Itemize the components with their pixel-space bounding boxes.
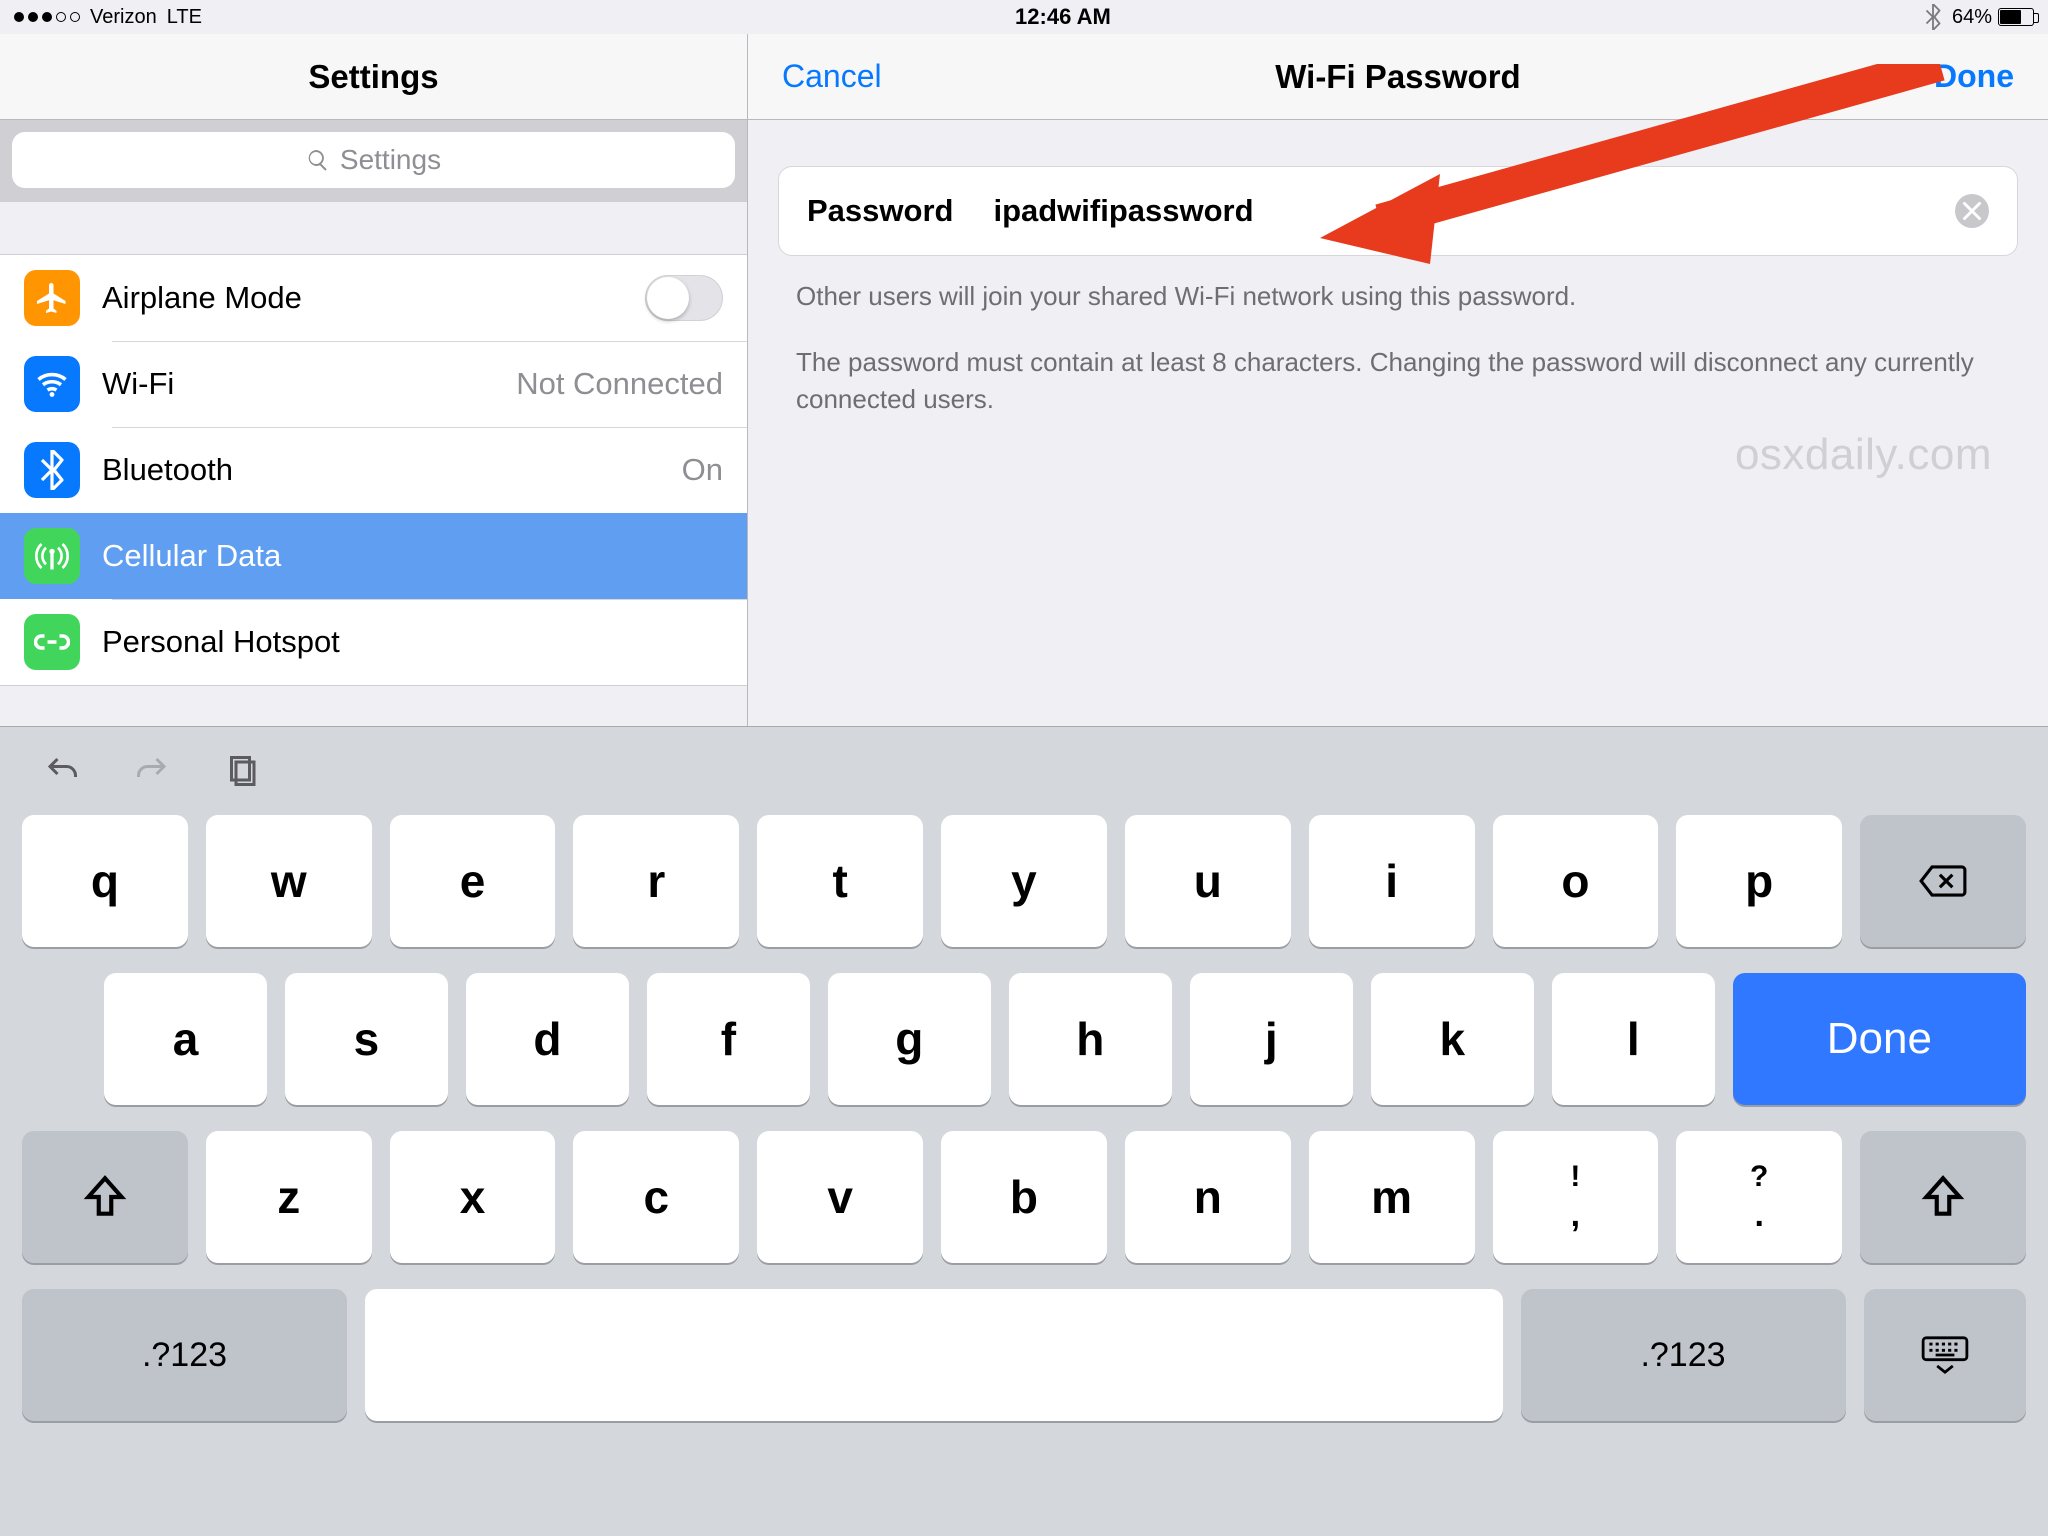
redo-button[interactable] [134, 753, 170, 794]
key-period[interactable]: ?. [1676, 1131, 1842, 1263]
search-input[interactable]: Settings [12, 132, 735, 188]
sidebar-item-hotspot[interactable]: Personal Hotspot [0, 599, 747, 685]
key-a[interactable]: a [104, 973, 267, 1105]
done-button[interactable]: Done [1934, 58, 2014, 95]
antenna-icon [24, 528, 80, 584]
sidebar-item-value: On [682, 452, 723, 488]
network-label: LTE [167, 6, 202, 29]
settings-group: Airplane Mode Wi-Fi Not Connected Blueto… [0, 254, 747, 686]
key-f[interactable]: f [647, 973, 810, 1105]
key-s[interactable]: s [285, 973, 448, 1105]
hint-text-1: Other users will join your shared Wi-Fi … [796, 278, 2000, 316]
key-j[interactable]: j [1190, 973, 1353, 1105]
search-icon [306, 148, 330, 172]
key-y[interactable]: y [941, 815, 1107, 947]
undo-button[interactable] [44, 753, 80, 794]
sidebar-item-bluetooth[interactable]: Bluetooth On [0, 427, 747, 513]
bluetooth-icon [24, 442, 80, 498]
key-shift-left[interactable] [22, 1131, 188, 1263]
clipboard-button[interactable] [224, 753, 260, 794]
key-l[interactable]: l [1552, 973, 1715, 1105]
battery-indicator: 64% [1952, 6, 2034, 29]
airplane-toggle[interactable] [645, 275, 723, 321]
keyboard-row-3: z x c v b n m !, ?. [22, 1131, 2026, 1263]
key-w[interactable]: w [206, 815, 372, 947]
signal-dots-icon [14, 12, 80, 22]
battery-pct-label: 64% [1952, 6, 1992, 29]
link-icon [24, 614, 80, 670]
key-b[interactable]: b [941, 1131, 1107, 1263]
key-d[interactable]: d [466, 973, 629, 1105]
key-q[interactable]: q [22, 815, 188, 947]
sidebar-item-label: Bluetooth [102, 452, 233, 488]
key-h[interactable]: h [1009, 973, 1172, 1105]
sidebar-title: Settings [308, 58, 438, 96]
key-t[interactable]: t [757, 815, 923, 947]
key-e[interactable]: e [390, 815, 556, 947]
detail-title: Wi-Fi Password [1275, 58, 1520, 96]
sidebar-item-wifi[interactable]: Wi-Fi Not Connected [0, 341, 747, 427]
key-m[interactable]: m [1309, 1131, 1475, 1263]
key-g[interactable]: g [828, 973, 991, 1105]
bluetooth-icon [1924, 4, 1942, 30]
keyboard-row-1: q w e r t y u i o p [22, 815, 2026, 947]
key-dismiss-keyboard[interactable] [1864, 1289, 2027, 1421]
key-space[interactable] [365, 1289, 1503, 1421]
key-r[interactable]: r [573, 815, 739, 947]
clock-label: 12:46 AM [1015, 4, 1111, 30]
key-numbers-left[interactable]: .?123 [22, 1289, 347, 1421]
close-icon [1963, 202, 1981, 220]
wifi-icon [24, 356, 80, 412]
sidebar-item-cellular[interactable]: Cellular Data [0, 513, 747, 599]
sidebar-item-label: Airplane Mode [102, 280, 302, 316]
detail-header: Cancel Wi-Fi Password Done [747, 34, 2048, 120]
sidebar-item-label: Personal Hotspot [102, 624, 340, 660]
key-o[interactable]: o [1493, 815, 1659, 947]
key-c[interactable]: c [573, 1131, 739, 1263]
password-label: Password [807, 193, 953, 229]
key-backspace[interactable] [1860, 815, 2026, 947]
keyboard-row-4: .?123 .?123 [22, 1289, 2026, 1421]
key-v[interactable]: v [757, 1131, 923, 1263]
cancel-button[interactable]: Cancel [782, 58, 882, 95]
search-placeholder: Settings [340, 144, 441, 176]
sidebar-header: Settings [0, 34, 747, 120]
clear-text-button[interactable] [1955, 194, 1989, 228]
watermark: osxdaily.com [1735, 430, 1992, 480]
key-z[interactable]: z [206, 1131, 372, 1263]
sidebar-item-label: Cellular Data [102, 538, 281, 574]
key-numbers-right[interactable]: .?123 [1521, 1289, 1846, 1421]
hint-text-2: The password must contain at least 8 cha… [796, 344, 2000, 419]
sidebar: Settings Airplane Mode Wi-Fi Not Connect… [0, 120, 747, 726]
status-bar: Verizon LTE 12:46 AM 64% [0, 0, 2048, 34]
key-done[interactable]: Done [1733, 973, 2026, 1105]
key-k[interactable]: k [1371, 973, 1534, 1105]
airplane-icon [24, 270, 80, 326]
key-x[interactable]: x [390, 1131, 556, 1263]
key-u[interactable]: u [1125, 815, 1291, 947]
sidebar-item-value: Not Connected [516, 366, 723, 402]
key-p[interactable]: p [1676, 815, 1842, 947]
carrier-label: Verizon [90, 6, 157, 29]
key-n[interactable]: n [1125, 1131, 1291, 1263]
keyboard-toolbar [22, 745, 2026, 801]
key-shift-right[interactable] [1860, 1131, 2026, 1263]
key-comma[interactable]: !, [1493, 1131, 1659, 1263]
key-i[interactable]: i [1309, 815, 1475, 947]
password-row[interactable]: Password ipadwifipassword [778, 166, 2018, 256]
sidebar-item-label: Wi-Fi [102, 366, 174, 402]
keyboard: q w e r t y u i o p a s d f g h j k l Do… [0, 726, 2048, 1536]
sidebar-item-airplane[interactable]: Airplane Mode [0, 255, 747, 341]
password-field[interactable]: ipadwifipassword [993, 193, 1915, 229]
keyboard-row-2: a s d f g h j k l Done [22, 973, 2026, 1105]
detail-pane: Password ipadwifipassword Other users wi… [747, 120, 2048, 726]
